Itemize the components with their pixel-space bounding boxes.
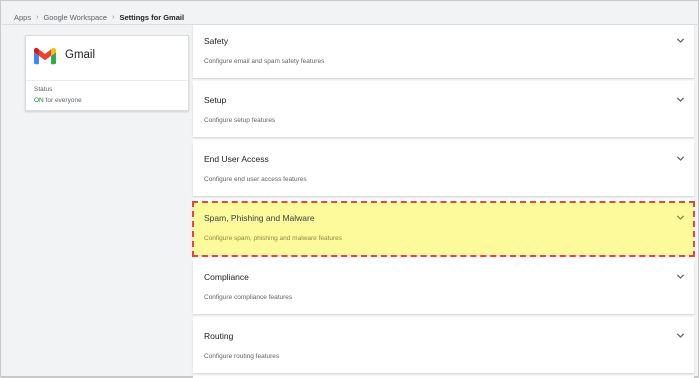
chevron-down-icon[interactable]: [676, 331, 685, 340]
panel-description: Configure spam, phishing and malware fea…: [204, 235, 343, 242]
breadcrumb-settings-for-gmail: Settings for Gmail: [119, 12, 185, 22]
panel-end-user-access[interactable]: End User Access Configure end user acces…: [193, 143, 694, 197]
panel-title: Compliance: [204, 272, 249, 282]
chevron-down-icon[interactable]: [676, 95, 685, 104]
app-name: Gmail: [65, 49, 96, 61]
panel-safety[interactable]: Safety Configure email and spam safety f…: [193, 25, 694, 79]
breadcrumb-google-workspace[interactable]: Google Workspace: [43, 13, 107, 22]
chevron-down-icon[interactable]: [676, 154, 685, 163]
panel-routing[interactable]: Routing Configure routing features: [193, 320, 694, 374]
status-value: ON: [34, 97, 44, 104]
panel-title: End User Access: [204, 154, 269, 164]
panel-title: Safety: [204, 36, 229, 46]
panel-title: Setup: [204, 95, 227, 105]
status-label: Status: [34, 86, 53, 93]
status-line: ON for everyone: [34, 97, 82, 104]
panel-description: Configure end user access features: [204, 176, 307, 183]
panel-spam-phishing-malware[interactable]: Spam, Phishing and Malware Configure spa…: [192, 201, 695, 257]
breadcrumb-apps[interactable]: Apps: [14, 13, 31, 22]
chevron-down-icon[interactable]: [676, 213, 685, 222]
card-divider: [26, 80, 188, 81]
panel-description: Configure routing features: [204, 353, 280, 360]
breadcrumb-separator-icon: ›: [112, 13, 115, 21]
settings-panel-list: Safety Configure email and spam safety f…: [192, 25, 695, 378]
breadcrumb-separator-icon: ›: [36, 13, 39, 21]
gmail-logo-icon: [34, 47, 56, 65]
panel-title: Spam, Phishing and Malware: [204, 213, 315, 223]
panel-description: Configure compliance features: [204, 294, 293, 301]
settings-window: Apps › Google Workspace › Settings for G…: [0, 0, 699, 378]
panel-setup[interactable]: Setup Configure setup features: [193, 84, 694, 138]
panel-description: Configure email and spam safety features: [204, 58, 325, 65]
chevron-down-icon[interactable]: [676, 36, 685, 45]
chevron-down-icon[interactable]: [676, 272, 685, 281]
panel-description: Configure setup features: [204, 117, 276, 124]
status-scope: for everyone: [43, 97, 82, 104]
panel-compliance[interactable]: Compliance Configure compliance features: [193, 261, 694, 315]
panel-title: Routing: [204, 331, 234, 341]
breadcrumb: Apps › Google Workspace › Settings for G…: [14, 10, 184, 24]
app-card: Gmail Status ON for everyone: [25, 35, 189, 111]
